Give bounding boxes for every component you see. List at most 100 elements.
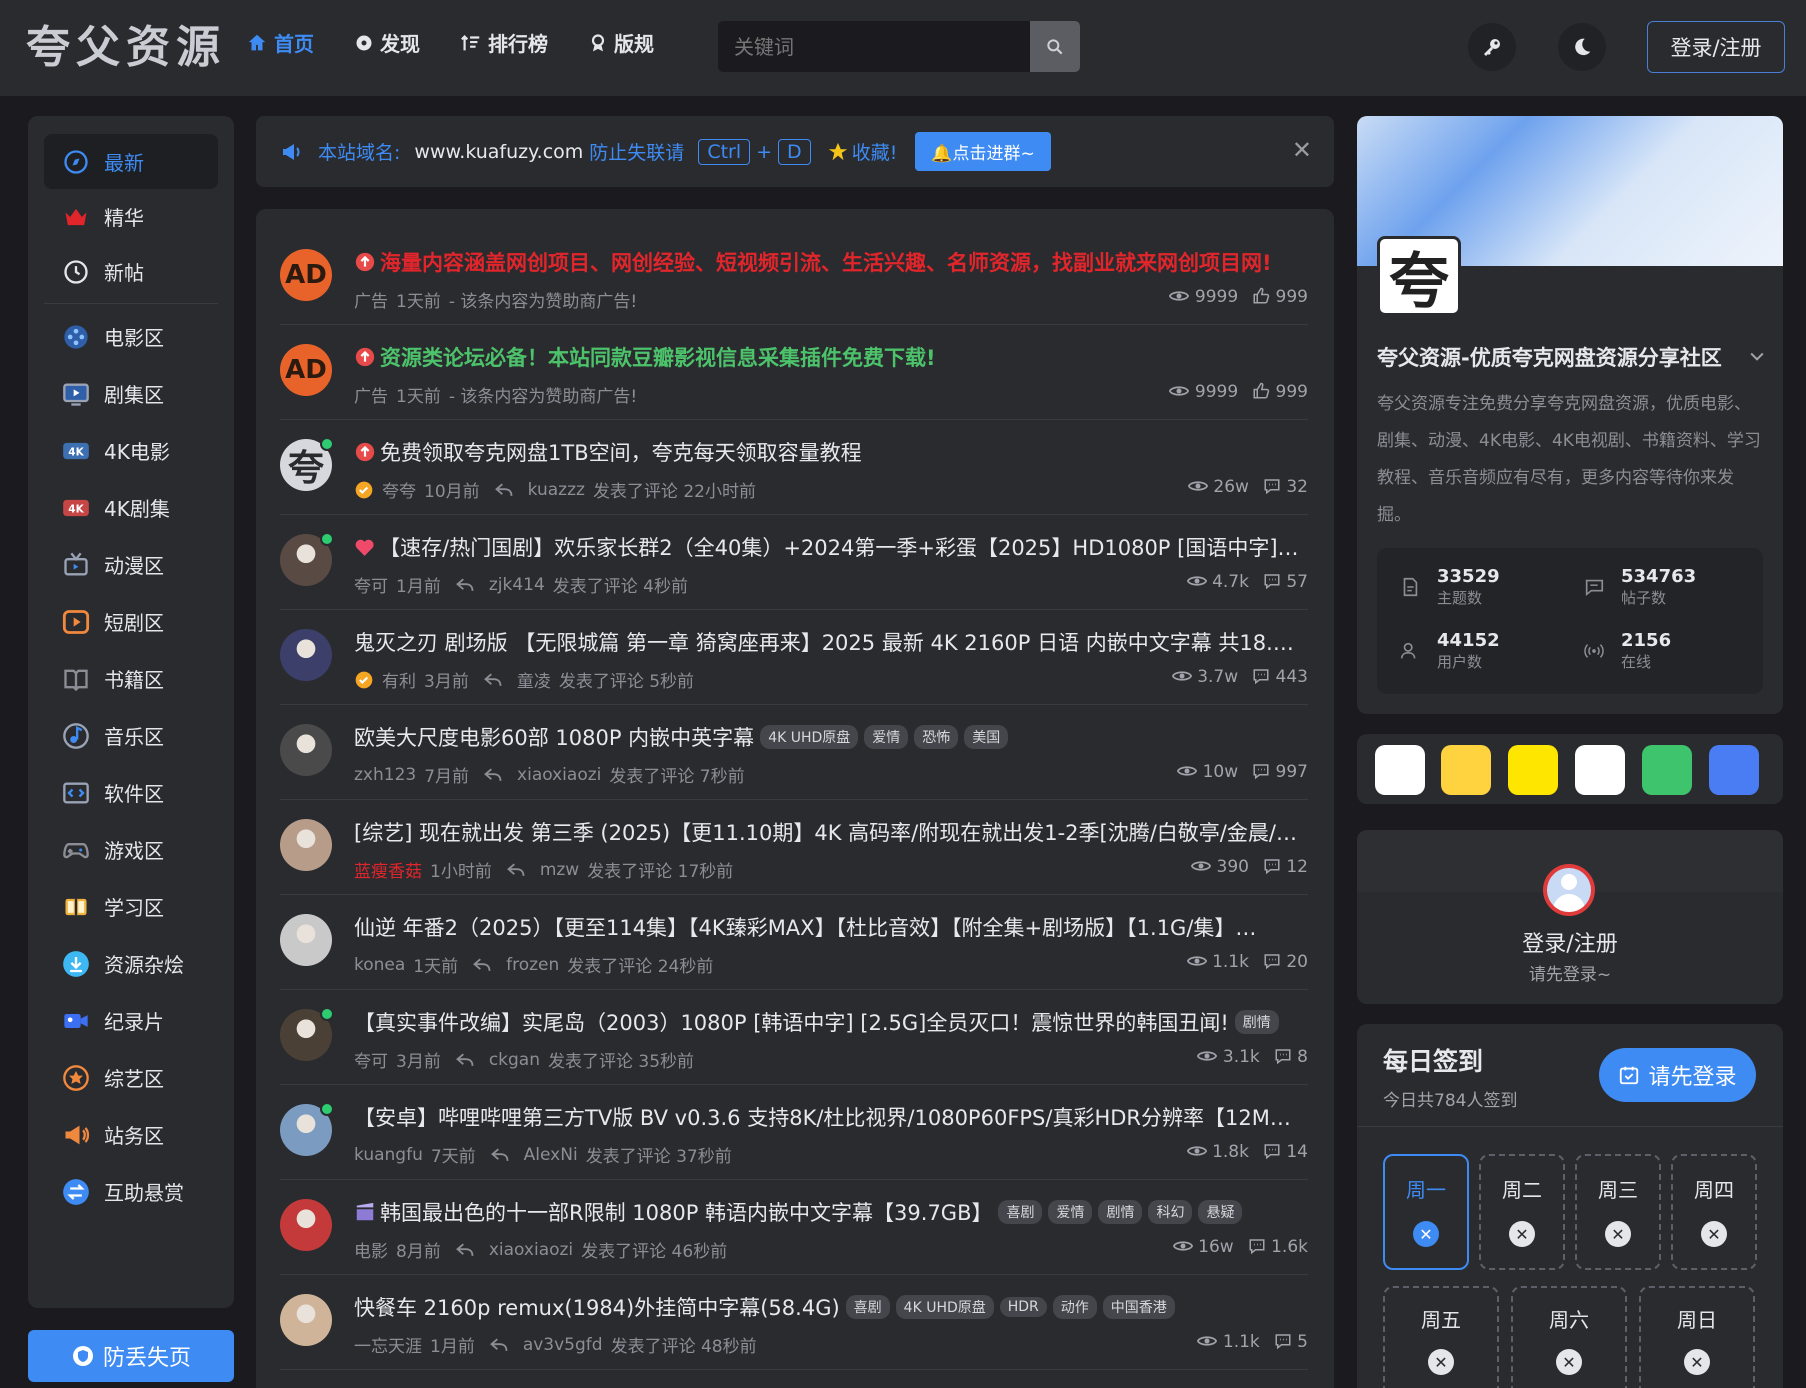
checkin-login-button[interactable]: 请先登录 <box>1599 1048 1756 1102</box>
post-title[interactable]: 韩国最出色的十一部R限制 1080P 韩语内嵌中文字幕【39.7GB】 喜剧 爱情剧… <box>354 1197 1304 1227</box>
post-item[interactable]: 夸 免费领取夸克网盘1TB空间，夸克每天领取容量教程 夸夸 10月前 kuazzz 发… <box>280 420 1308 515</box>
chevron-down-icon[interactable] <box>1747 346 1767 366</box>
reply-user[interactable]: kuazzz <box>528 480 585 500</box>
sidebar-item-1[interactable]: 精华 <box>44 189 218 244</box>
yellow-app-icon[interactable] <box>1508 745 1558 795</box>
post-tag[interactable]: 4K UHD原盘 <box>895 1295 994 1319</box>
sidebar-item-14[interactable]: 资源杂烩 <box>44 935 218 992</box>
post-title[interactable]: [综艺] 现在就出发 第三季 (2025)【更11.10期】4K 高码率/附现在… <box>354 817 1304 847</box>
close-icon[interactable]: ✕ <box>1292 136 1312 164</box>
site-logo[interactable]: 夸父资源 <box>26 20 226 76</box>
reply-user[interactable]: ckgan <box>489 1050 540 1070</box>
dark-mode-toggle[interactable] <box>1558 23 1606 71</box>
post-item[interactable]: AD 海量内容涵盖网创项目、网创经验、短视频引流、生活兴趣、名师资源，找副业就来… <box>280 230 1308 325</box>
post-tag[interactable]: 悬疑 <box>1198 1200 1243 1224</box>
post-tag[interactable]: 剧情 <box>1234 1010 1279 1034</box>
nav-ranking[interactable]: 排行榜 <box>460 28 548 57</box>
green-app-icon[interactable] <box>1642 745 1692 795</box>
avatar[interactable] <box>280 1102 334 1156</box>
post-author[interactable]: konea <box>354 955 405 975</box>
post-tag[interactable]: 4K UHD原盘 <box>760 725 859 749</box>
post-tag[interactable]: 爱情 <box>1048 1200 1093 1224</box>
post-tag[interactable]: 科幻 <box>1148 1200 1193 1224</box>
reply-user[interactable]: xiaoxiaozi <box>489 1240 573 1260</box>
search-input[interactable] <box>718 21 1030 72</box>
sidebar-item-5[interactable]: 4K 4K电影 <box>44 422 218 479</box>
checkin-day[interactable]: 周六 ✕ <box>1511 1286 1627 1388</box>
avatar[interactable] <box>280 724 332 776</box>
post-item[interactable]: 欧美大尺度电影60部 1080P 内嵌中英字幕 4K UHD原盘 爱情 恐怖 美国 zx… <box>280 705 1308 800</box>
post-item[interactable]: AD 资源类论坛必备！本站同款豆瓣影视信息采集插件免费下载! 广告 1天前 - 该条… <box>280 325 1308 420</box>
sidebar-item-13[interactable]: 学习区 <box>44 878 218 935</box>
reply-user[interactable]: av3v5gfd <box>523 1335 603 1355</box>
avatar[interactable] <box>280 629 332 681</box>
checkin-day[interactable]: 周日 ✕ <box>1639 1286 1755 1388</box>
post-author[interactable]: 夸可 <box>354 572 388 597</box>
avatar[interactable] <box>280 1199 332 1251</box>
post-item[interactable]: 鬼灭之刃 剧场版 【无限城篇 第一章 猗窝座再来】2025 最新 4K 2160… <box>280 610 1308 705</box>
post-tag[interactable]: 中国香港 <box>1102 1295 1175 1319</box>
nav-rules[interactable]: 版规 <box>588 28 654 57</box>
sidebar-item-9[interactable]: 书籍区 <box>44 650 218 707</box>
sidebar-item-0[interactable]: 最新 <box>44 134 218 189</box>
sidebar-item-6[interactable]: 4K 4K剧集 <box>44 479 218 536</box>
checkin-day[interactable]: 周五 ✕ <box>1383 1286 1499 1388</box>
cloud-drive-icon[interactable] <box>1375 745 1425 795</box>
post-author[interactable]: zxh123 <box>354 765 416 785</box>
post-author[interactable]: 蓝瘦香菇 <box>354 857 422 882</box>
reply-user[interactable]: AlexNi <box>524 1145 578 1165</box>
post-title[interactable]: 资源类论坛必备！本站同款豆瓣影视信息采集插件免费下载! <box>354 342 1304 372</box>
post-author[interactable]: 夸可 <box>354 1047 388 1072</box>
post-tag[interactable]: 动作 <box>1052 1295 1097 1319</box>
post-author[interactable]: 有利 <box>382 667 416 692</box>
notice-domain[interactable]: www.kuafuzy.com <box>414 141 583 163</box>
sidebar-item-3[interactable]: 电影区 <box>44 308 218 365</box>
sidebar-item-16[interactable]: 综艺区 <box>44 1049 218 1106</box>
sidebar-item-17[interactable]: 站务区 <box>44 1106 218 1163</box>
post-tag[interactable]: 喜剧 <box>845 1295 890 1319</box>
post-item[interactable]: [综艺] 现在就出发 第三季 (2025)【更11.10期】4K 高码率/附现在… <box>280 800 1308 895</box>
reply-user[interactable]: 童凌 <box>517 667 551 692</box>
post-tag[interactable]: 喜剧 <box>998 1200 1043 1224</box>
post-title[interactable]: 免费领取夸克网盘1TB空间，夸克每天领取容量教程 <box>354 437 1304 467</box>
nav-home[interactable]: 首页 <box>246 28 314 57</box>
sidebar-item-7[interactable]: 动漫区 <box>44 536 218 593</box>
post-tag[interactable]: 爱情 <box>864 725 909 749</box>
sidebar-item-18[interactable]: 互助悬赏 <box>44 1163 218 1220</box>
post-item[interactable]: 快餐车 2160p remux(1984)外挂简中字幕(58.4G) 喜剧 4K U… <box>280 1275 1308 1370</box>
film-app-icon[interactable] <box>1575 745 1625 795</box>
post-tag[interactable]: 恐怖 <box>914 725 959 749</box>
search-button[interactable] <box>1030 21 1080 72</box>
avatar[interactable] <box>280 819 332 871</box>
post-title[interactable]: 【安卓】哔哩哔哩第三方TV版 BV v0.3.6 支持8K/杜比视界/1080P… <box>354 1102 1304 1132</box>
post-author[interactable]: 一忘天涯 <box>354 1332 422 1357</box>
sidebar-item-8[interactable]: 短剧区 <box>44 593 218 650</box>
post-title[interactable]: 【真实事件改编】实尾岛（2003）1080P [韩语中字] [2.5G]全员灭口… <box>354 1007 1304 1037</box>
reply-user[interactable]: frozen <box>506 955 559 975</box>
post-item[interactable]: 仙逆 年番2（2025）【更至114集】【4K臻彩MAX】【杜比音效】【附全集+… <box>280 895 1308 990</box>
post-author[interactable]: kuangfu <box>354 1145 423 1165</box>
post-item[interactable]: 【真实事件改编】实尾岛（2003）1080P [韩语中字] [2.5G]全员灭口… <box>280 990 1308 1085</box>
post-author[interactable]: 电影 <box>354 1237 388 1262</box>
sidebar-item-15[interactable]: 纪录片 <box>44 992 218 1049</box>
reply-user[interactable]: zjk414 <box>489 575 545 595</box>
post-author[interactable]: 广告 <box>354 287 388 312</box>
sdcard-app-icon[interactable] <box>1709 745 1759 795</box>
checkin-day[interactable]: 周二 ✕ <box>1479 1154 1565 1270</box>
sidebar-item-4[interactable]: 剧集区 <box>44 365 218 422</box>
post-title[interactable]: 快餐车 2160p remux(1984)外挂简中字幕(58.4G) 喜剧 4K U… <box>354 1292 1304 1322</box>
login-card-title[interactable]: 登录/注册 <box>1357 926 1783 958</box>
post-author[interactable]: 夸夸 <box>382 477 416 502</box>
sidebar-item-2[interactable]: 新帖 <box>44 244 218 299</box>
sidebar-item-10[interactable]: 音乐区 <box>44 707 218 764</box>
post-item[interactable]: 【速存/热门国剧】欢乐家长群2（全40集）+2024第一季+彩蛋【2025】HD… <box>280 515 1308 610</box>
post-tag[interactable]: HDR <box>999 1297 1047 1317</box>
post-item[interactable]: 韩国最出色的十一部R限制 1080P 韩语内嵌中文字幕【39.7GB】 喜剧 爱情剧… <box>280 1180 1308 1275</box>
sidebar-item-11[interactable]: 软件区 <box>44 764 218 821</box>
avatar[interactable] <box>1543 864 1595 916</box>
sidebar-item-12[interactable]: 游戏区 <box>44 821 218 878</box>
rabbit-app-icon[interactable] <box>1441 745 1491 795</box>
post-title[interactable]: 海量内容涵盖网创项目、网创经验、短视频引流、生活兴趣、名师资源，找副业就来网创项… <box>354 247 1304 277</box>
post-title[interactable]: 鬼灭之刃 剧场版 【无限城篇 第一章 猗窝座再来】2025 最新 4K 2160… <box>354 627 1304 657</box>
reply-user[interactable]: xiaoxiaozi <box>517 765 601 785</box>
